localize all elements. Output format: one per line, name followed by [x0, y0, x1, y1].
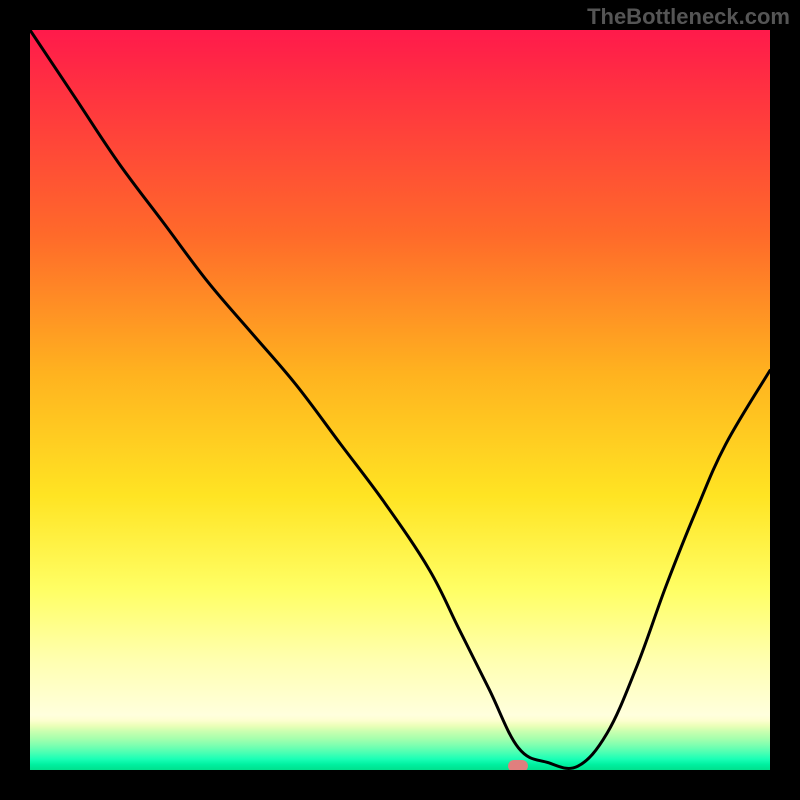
- watermark-text: TheBottleneck.com: [587, 4, 790, 30]
- bottleneck-curve: [30, 30, 770, 770]
- plot-area: [30, 30, 770, 770]
- chart-frame: TheBottleneck.com: [0, 0, 800, 800]
- optimal-marker-icon: [508, 760, 528, 770]
